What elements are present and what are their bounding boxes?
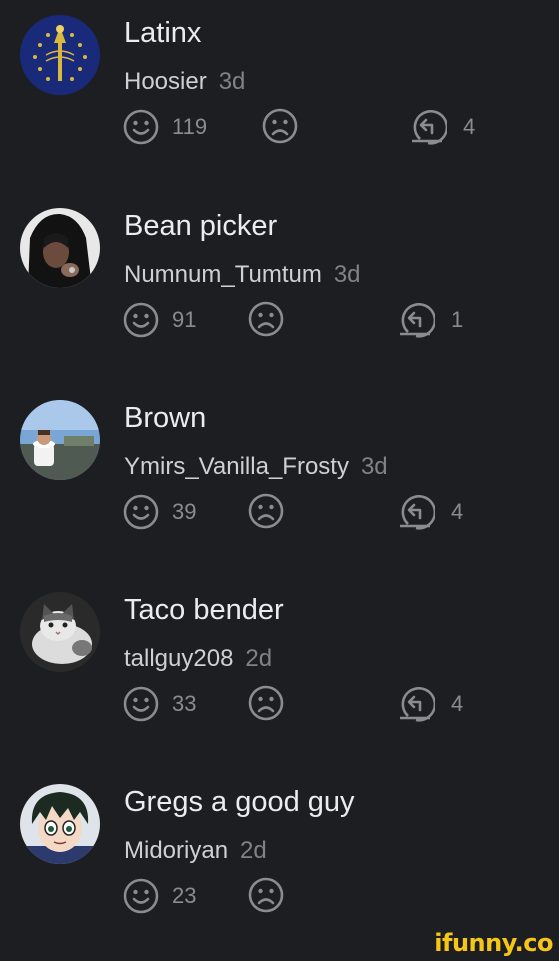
- smile-icon: [123, 878, 159, 914]
- smile-button[interactable]: 91: [122, 300, 196, 340]
- avatar[interactable]: [20, 592, 100, 672]
- comment-meta: Hoosier 3d: [124, 68, 245, 96]
- username[interactable]: Ymirs_Vanilla_Frosty: [124, 453, 349, 480]
- smile-count: 39: [172, 499, 197, 524]
- reply-icon: [400, 686, 435, 722]
- avatar[interactable]: [20, 208, 100, 288]
- comment-item: Latinx Hoosier 3d 119 4: [0, 0, 559, 192]
- reply-icon: [412, 109, 447, 145]
- avatar[interactable]: [20, 784, 100, 864]
- unsmile-button[interactable]: [247, 684, 287, 724]
- smile-count: 91: [172, 307, 197, 332]
- unsmile-button[interactable]: [247, 300, 287, 340]
- comment-meta: Midoriyan 2d: [124, 837, 267, 865]
- unsmile-button[interactable]: [261, 107, 301, 147]
- reply-count: 4: [463, 114, 476, 139]
- timestamp: 3d: [360, 453, 388, 480]
- timestamp: 2d: [240, 837, 267, 864]
- comment-item: Bean picker Numnum_Tumtum 3d 91 1: [0, 193, 559, 385]
- smile-icon: [123, 302, 159, 338]
- reply-icon: [400, 494, 435, 530]
- comment-item: Taco bender tallguy208 2d 33 4: [0, 577, 559, 769]
- username[interactable]: Hoosier: [124, 68, 207, 95]
- frown-icon: [248, 301, 284, 337]
- smile-count: 119: [172, 114, 208, 139]
- avatar[interactable]: [20, 400, 100, 480]
- username[interactable]: Numnum_Tumtum: [124, 261, 322, 288]
- unsmile-button[interactable]: [247, 876, 287, 916]
- reply-button[interactable]: 4: [409, 107, 475, 147]
- avatar[interactable]: [20, 15, 100, 95]
- timestamp: 3d: [218, 68, 246, 95]
- reply-button[interactable]: 4: [397, 684, 463, 724]
- smile-icon: [123, 109, 159, 145]
- smile-button[interactable]: 33: [122, 684, 196, 724]
- reply-button[interactable]: 1: [397, 300, 463, 340]
- unsmile-button[interactable]: [247, 492, 287, 532]
- smile-button[interactable]: 39: [122, 492, 196, 532]
- smile-button[interactable]: 23: [122, 876, 196, 916]
- timestamp: 2d: [245, 645, 273, 672]
- reply-icon: [400, 302, 435, 338]
- smile-icon: [123, 494, 159, 530]
- comment-meta: Numnum_Tumtum 3d: [124, 261, 361, 289]
- comment-text: Taco bender: [124, 594, 284, 626]
- comment-actions: 39 4: [0, 492, 559, 542]
- frown-icon: [248, 685, 284, 721]
- comment-actions: 91 1: [0, 300, 559, 350]
- comment-meta: Ymirs_Vanilla_Frosty 3d: [124, 453, 388, 481]
- comment-text: Brown: [124, 402, 207, 434]
- frown-icon: [248, 877, 284, 913]
- comment-actions: 23: [0, 876, 559, 926]
- username[interactable]: Midoriyan: [124, 837, 228, 864]
- smile-button[interactable]: 119: [122, 107, 207, 147]
- reply-count: 4: [451, 499, 464, 524]
- watermark-logo: ifunny.co: [434, 929, 553, 957]
- timestamp: 3d: [333, 261, 361, 288]
- username[interactable]: tallguy208: [124, 645, 233, 672]
- frown-icon: [248, 493, 284, 529]
- reply-count: 4: [451, 691, 464, 716]
- smile-icon: [123, 686, 159, 722]
- comment-text: Gregs a good guy: [124, 786, 355, 818]
- comment-actions: 33 4: [0, 684, 559, 734]
- comment-actions: 119 4: [0, 107, 559, 157]
- comment-text: Latinx: [124, 17, 202, 49]
- comment-text: Bean picker: [124, 210, 278, 242]
- frown-icon: [262, 108, 298, 144]
- reply-count: 1: [451, 307, 464, 332]
- comment-item: Brown Ymirs_Vanilla_Frosty 3d 39 4: [0, 385, 559, 577]
- smile-count: 23: [172, 883, 197, 908]
- comment-meta: tallguy208 2d: [124, 645, 272, 673]
- smile-count: 33: [172, 691, 197, 716]
- reply-button[interactable]: 4: [397, 492, 463, 532]
